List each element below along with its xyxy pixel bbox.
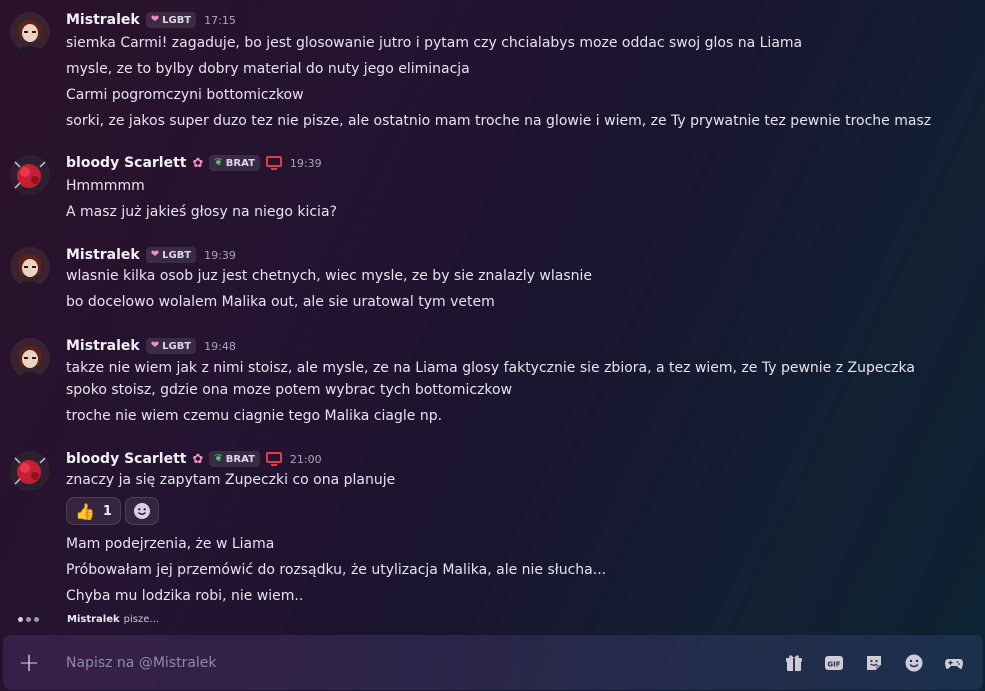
- reaction-count: 1: [102, 503, 112, 519]
- plus-icon: +: [18, 647, 40, 678]
- timestamp: 19:48: [204, 339, 236, 353]
- username[interactable]: Mistralek: [66, 338, 140, 354]
- message-header: bloody Scarlett ✿ ❦ BRAT 19:39: [66, 153, 322, 173]
- monitor-icon: [265, 156, 282, 170]
- tag-label: BRAT: [225, 453, 255, 465]
- typing-user: Mistralek: [67, 614, 120, 625]
- monitor-icon: [265, 452, 282, 466]
- message-header: Mistralek ❤ LGBT 17:15: [66, 10, 236, 30]
- server-tag[interactable]: ❤ LGBT: [145, 247, 197, 263]
- leaf-icon: ❦: [214, 157, 223, 168]
- flower-icon: ✿: [192, 451, 204, 467]
- message-text: znaczy ja się zapytam Zupeczki co ona pl…: [66, 472, 396, 488]
- tag-label: BRAT: [225, 157, 255, 169]
- tag-label: LGBT: [162, 249, 192, 261]
- avatar[interactable]: [10, 12, 50, 52]
- sticker-icon: [867, 655, 881, 670]
- message-text: Carmi pogromczyni bottomiczkow: [66, 87, 304, 103]
- heart-icon: ❤: [150, 340, 160, 351]
- heart-icon: ❤: [150, 14, 160, 25]
- leaf-icon: ❦: [214, 453, 223, 464]
- svg-text:GIF: GIF: [827, 660, 840, 668]
- reactions-bar: 👍 1: [66, 497, 159, 525]
- server-tag[interactable]: ❤ LGBT: [145, 338, 197, 354]
- gif-icon: GIF: [825, 655, 843, 670]
- timestamp: 19:39: [289, 156, 322, 170]
- avatar[interactable]: [10, 155, 50, 195]
- gift-button[interactable]: [781, 650, 807, 676]
- message-text: siemka Carmi! zagaduje, bo jest glosowan…: [66, 35, 803, 51]
- avatar[interactable]: [10, 247, 50, 287]
- message-header: Mistralek ❤ LGBT 19:48: [66, 336, 236, 356]
- message-header: bloody Scarlett ✿ ❦ BRAT 21:00: [66, 449, 322, 469]
- timestamp: 19:39: [204, 248, 236, 262]
- timestamp: 17:15: [204, 13, 236, 27]
- timestamp: 21:00: [289, 452, 322, 466]
- message-text: sorki, ze jakos super duzo tez nie pisze…: [66, 113, 932, 129]
- game-button[interactable]: [941, 650, 967, 676]
- typing-text: pisze...: [123, 614, 159, 625]
- username[interactable]: Mistralek: [66, 12, 140, 28]
- sticker-button[interactable]: [861, 650, 887, 676]
- add-reaction-button[interactable]: [124, 497, 159, 525]
- emoji-button[interactable]: [901, 650, 927, 676]
- flower-icon: ✿: [192, 155, 204, 171]
- emoji-icon: [133, 503, 150, 519]
- thumbs-up-icon: 👍: [75, 501, 95, 521]
- message-header: Mistralek ❤ LGBT 19:39: [66, 245, 236, 265]
- composer-tools: GIF: [781, 650, 983, 676]
- username[interactable]: bloody Scarlett: [66, 155, 187, 171]
- tag-label: LGBT: [162, 340, 192, 352]
- avatar[interactable]: [10, 338, 50, 378]
- gif-button[interactable]: GIF: [821, 650, 847, 676]
- server-tag[interactable]: ❦ BRAT: [209, 451, 260, 467]
- typing-dots-icon: [18, 617, 39, 622]
- server-tag[interactable]: ❤ LGBT: [145, 12, 197, 28]
- message-text: wlasnie kilka osob juz jest chetnych, wi…: [66, 268, 593, 284]
- gift-icon: [786, 654, 802, 671]
- heart-icon: ❤: [150, 249, 160, 260]
- avatar[interactable]: [10, 451, 50, 491]
- message-input[interactable]: [66, 642, 781, 683]
- message-text: Próbowałam jej przemówić do rozsądku, że…: [66, 562, 607, 578]
- chat-messages: Mistralek ❤ LGBT 17:15 siemka Carmi! zaga…: [0, 0, 985, 630]
- message-text: Chyba mu lodzika robi, nie wiem..: [66, 588, 304, 604]
- message-text: Mam podejrzenia, że w Liama: [66, 536, 275, 552]
- message-text: A masz już jakieś głosy na niego kicia?: [66, 204, 337, 220]
- username[interactable]: bloody Scarlett: [66, 451, 187, 467]
- message-text: bo docelowo wolalem Malika out, ale sie …: [66, 294, 495, 310]
- server-tag[interactable]: ❦ BRAT: [209, 155, 260, 171]
- reaction-thumbs-up[interactable]: 👍 1: [66, 497, 121, 525]
- emoji-icon: [905, 654, 923, 671]
- attach-button[interactable]: +: [3, 635, 55, 690]
- game-icon: [945, 658, 963, 669]
- typing-indicator: Mistralek pisze...: [18, 614, 159, 625]
- message-text: takze nie wiem jak z nimi stoisz, ale my…: [66, 360, 915, 398]
- message-text: troche nie wiem czemu ciagnie tego Malik…: [66, 408, 443, 424]
- message-text: mysle, ze to bylby dobry material do nut…: [66, 61, 470, 77]
- message-text: Hmmmmm: [66, 178, 145, 194]
- message-composer: + GIF: [3, 635, 983, 690]
- tag-label: LGBT: [162, 14, 192, 26]
- username[interactable]: Mistralek: [66, 247, 140, 263]
